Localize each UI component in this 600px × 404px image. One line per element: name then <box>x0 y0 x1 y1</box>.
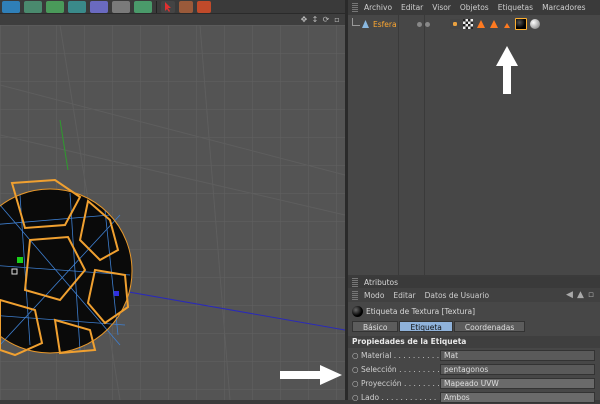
object-row-esfera[interactable]: Esfera <box>348 17 600 31</box>
section-title: Propiedades de la Etiqueta <box>348 336 600 348</box>
main-toolbar <box>0 0 345 14</box>
back-arrow-icon[interactable]: ◀ <box>566 290 573 300</box>
panel-grip-icon[interactable] <box>352 278 358 287</box>
object-list: Esfera <box>348 15 600 275</box>
toolbar-divider <box>156 0 157 13</box>
property-label-proyeccion: ○ Proyección . . . . . . . . . <box>352 378 440 388</box>
property-row-lado: ○ Lado . . . . . . . . . . . . Ambos <box>348 390 600 404</box>
3d-viewport[interactable]: ✥ ↕ ⟳ ▫ <box>0 14 345 400</box>
texture-tag-icon <box>352 305 363 317</box>
panel-grip-icon[interactable] <box>352 290 358 300</box>
attribute-tabs: Básico Etiqueta Coordenadas <box>348 320 600 332</box>
viewport-header: ✥ ↕ ⟳ ▫ <box>0 14 345 25</box>
menu-editar[interactable]: Editar <box>401 3 423 12</box>
camera-tool-icon[interactable] <box>112 0 130 13</box>
tag-title: Etiqueta de Textura [Textura] <box>366 306 476 316</box>
annotation-arrow-up-icon <box>496 46 518 94</box>
render-tool-icon[interactable] <box>197 0 211 13</box>
generator-tool-icon[interactable] <box>46 0 64 13</box>
axis-handle-x[interactable] <box>114 291 119 296</box>
attributes-title: Atributos <box>364 278 399 287</box>
property-label-material: ○ Material . . . . . . . . . . . <box>352 350 440 360</box>
column-divider <box>398 15 399 275</box>
axis-handle-y[interactable] <box>17 257 23 263</box>
viewport-canvas[interactable] <box>0 25 345 400</box>
zoom-view-icon[interactable]: ↕ <box>311 15 319 24</box>
tab-basico[interactable]: Básico <box>352 320 399 332</box>
cube-tool-icon[interactable] <box>2 0 20 13</box>
property-label-lado: ○ Lado . . . . . . . . . . . . <box>352 392 437 402</box>
menu-datos-de-usuario[interactable]: Datos de Usuario <box>425 291 489 300</box>
rotate-view-icon[interactable]: ⟳ <box>322 15 330 24</box>
attributes-menubar: Modo Editar Datos de Usuario ◀ ▲ ▫ <box>348 288 600 302</box>
attributes-panel: Atributos Modo Editar Datos de Usuario ◀… <box>348 277 600 403</box>
projection-dropdown[interactable]: Mapeado UVW <box>440 377 595 389</box>
tree-connector-icon <box>352 18 360 26</box>
environment-tool-icon[interactable] <box>90 0 108 13</box>
attributes-titlebar: Atributos <box>348 277 600 288</box>
menu-modo[interactable]: Modo <box>364 291 384 300</box>
selection-field[interactable]: pentagonos <box>440 363 595 375</box>
panel-grip-icon[interactable] <box>352 3 358 12</box>
nav-arrows: ◀ ▲ ▫ <box>566 290 594 300</box>
viewport-navigation: ✥ ↕ ⟳ ▫ <box>300 14 341 25</box>
phong-tag-icon[interactable] <box>449 19 460 29</box>
texture-tag-white-icon[interactable] <box>529 19 540 29</box>
annotation-arrow-right-icon <box>280 365 342 385</box>
menu-editar[interactable]: Editar <box>393 291 415 300</box>
side-dropdown[interactable]: Ambos <box>440 391 595 403</box>
grid-tool-icon[interactable] <box>179 0 193 13</box>
menu-marcadores[interactable]: Marcadores <box>542 3 586 12</box>
object-name[interactable]: Esfera <box>373 20 397 29</box>
sphere-object-icon <box>362 20 369 28</box>
selection-tag-icon-2[interactable] <box>489 19 499 29</box>
lock-icon[interactable]: ▫ <box>588 290 594 300</box>
property-row-material: ○ Material . . . . . . . . . . . Mat <box>348 348 600 362</box>
property-row-seleccion: ○ Selección . . . . . . . . . . pentagon… <box>348 362 600 376</box>
deformer-tool-icon[interactable] <box>68 0 86 13</box>
menu-archivo[interactable]: Archivo <box>364 3 392 12</box>
property-row-proyeccion: ○ Proyección . . . . . . . . . Mapeado U… <box>348 376 600 390</box>
menu-visor[interactable]: Visor <box>432 3 451 12</box>
tag-strip <box>449 18 540 30</box>
render-visibility-dot[interactable] <box>424 21 430 27</box>
property-label-seleccion: ○ Selección . . . . . . . . . . <box>352 364 440 374</box>
selection-tag-icon-3[interactable] <box>502 19 512 29</box>
menu-objetos[interactable]: Objetos <box>460 3 489 12</box>
pointer-tool-icon[interactable] <box>161 0 175 13</box>
object-manager-menubar: Archivo Editar Visor Objetos Etiquetas M… <box>348 0 600 15</box>
tab-coordenadas[interactable]: Coordenadas <box>453 320 526 332</box>
object-manager: Archivo Editar Visor Objetos Etiquetas M… <box>348 0 600 275</box>
up-arrow-icon[interactable]: ▲ <box>577 290 584 300</box>
texture-tag-black-icon[interactable] <box>514 18 527 30</box>
column-divider <box>424 15 425 275</box>
menu-etiquetas[interactable]: Etiquetas <box>498 3 533 12</box>
uvw-tag-icon[interactable] <box>462 19 473 29</box>
maximize-view-icon[interactable]: ▫ <box>333 15 341 24</box>
material-field[interactable]: Mat <box>440 349 595 361</box>
spline-tool-icon[interactable] <box>24 0 42 13</box>
move-view-icon[interactable]: ✥ <box>300 15 308 24</box>
tag-header: Etiqueta de Textura [Textura] <box>348 302 600 320</box>
selection-tag-icon-1[interactable] <box>476 19 486 29</box>
tab-etiqueta[interactable]: Etiqueta <box>399 320 453 332</box>
light-tool-icon[interactable] <box>134 0 152 13</box>
editor-visibility-dot[interactable] <box>416 21 422 27</box>
